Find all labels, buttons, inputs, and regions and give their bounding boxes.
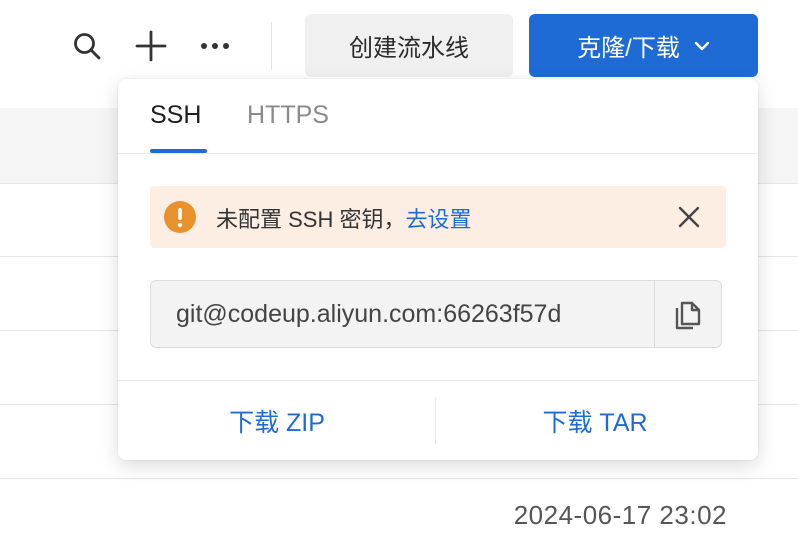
chevron-down-icon <box>694 41 710 50</box>
tab-ssh[interactable]: SSH <box>150 101 201 130</box>
search-icon <box>74 33 101 60</box>
download-actions: 下载 ZIP 下载 TAR <box>118 380 758 461</box>
table-row-divider <box>0 478 798 479</box>
warning-icon <box>164 201 196 233</box>
copy-button[interactable] <box>654 281 721 347</box>
search-button[interactable] <box>67 26 107 66</box>
clone-url-field <box>150 280 722 348</box>
clone-download-label: 克隆/下载 <box>577 35 680 62</box>
copy-icon <box>675 301 701 330</box>
close-icon[interactable] <box>674 202 704 232</box>
tab-https[interactable]: HTTPS <box>247 101 329 130</box>
create-pipeline-button[interactable]: 创建流水线 <box>305 14 513 77</box>
active-tab-indicator <box>150 149 207 153</box>
download-zip-button[interactable]: 下载 ZIP <box>118 381 436 461</box>
go-settings-link[interactable]: 去设置 <box>405 207 471 232</box>
download-tar-button[interactable]: 下载 TAR <box>436 381 754 461</box>
clone-download-popover: SSH HTTPS 未配置 SSH 密钥，去设置 下载 ZIP <box>118 79 758 460</box>
plus-icon <box>135 30 167 62</box>
add-button[interactable] <box>131 26 171 66</box>
more-button[interactable] <box>195 26 235 66</box>
row-timestamp: 2024-06-17 23:02 <box>513 500 727 530</box>
warning-text: 未配置 SSH 密钥，去设置 <box>216 202 471 234</box>
clone-url-input[interactable] <box>151 281 655 347</box>
warning-message: 未配置 SSH 密钥， <box>216 207 406 232</box>
clone-download-button[interactable]: 克隆/下载 <box>529 14 758 77</box>
more-icon <box>201 43 229 49</box>
toolbar-divider <box>271 22 272 70</box>
ssh-key-warning: 未配置 SSH 密钥，去设置 <box>150 186 726 248</box>
protocol-tabs: SSH HTTPS <box>118 79 758 154</box>
